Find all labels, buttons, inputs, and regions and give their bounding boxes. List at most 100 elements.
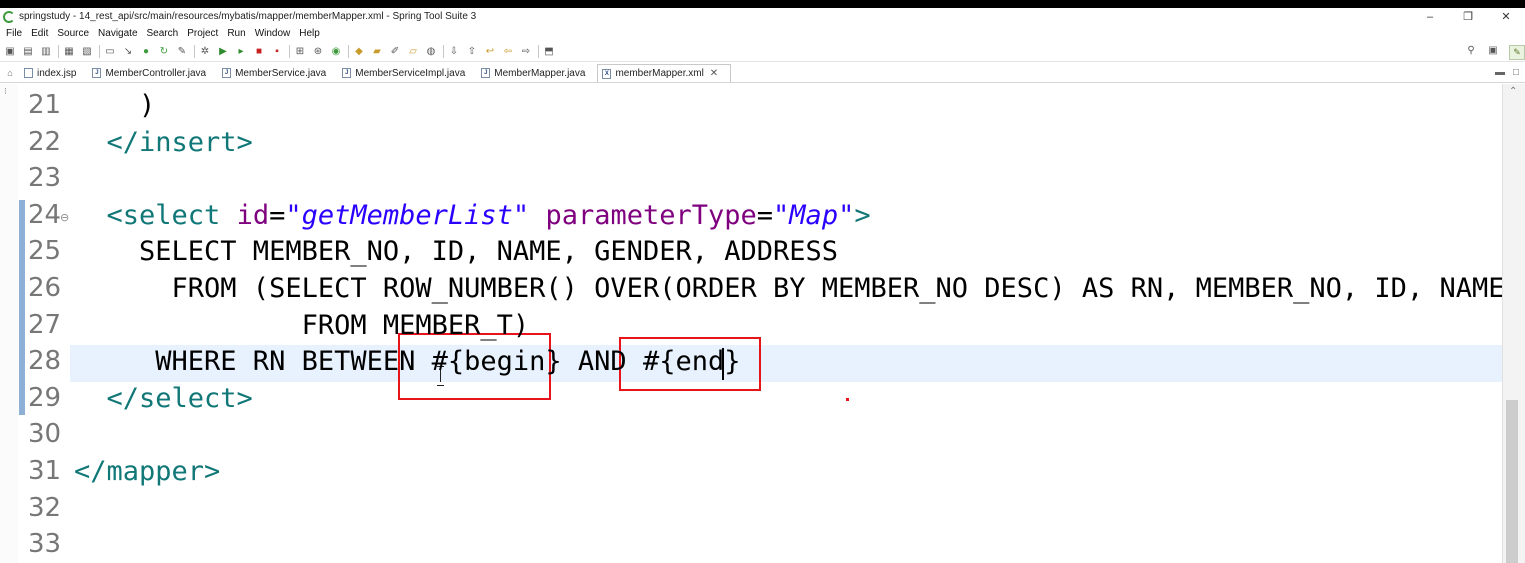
minimize-editor-icon[interactable]: ▬	[1495, 67, 1505, 78]
line-number: 32	[28, 492, 62, 523]
tab-list-icon[interactable]: ⌂	[0, 68, 20, 82]
close-tab-icon[interactable]: ✕	[710, 68, 718, 79]
refresh-icon[interactable]: ↻	[158, 46, 170, 58]
code-token: =	[269, 199, 286, 231]
save-all-icon[interactable]: ▥	[40, 46, 52, 58]
code-text: )	[74, 87, 155, 124]
main-toolbar: ▣ ▤ ▥ ▦ ▧ ▭ ↘ ● ↻ ✎ ✲ ▶ ▸ ■ ▪ ⊞ ⊛ ◉ ◆ ▰ …	[0, 42, 1525, 62]
code-line[interactable]: 23	[18, 160, 1502, 197]
code-line[interactable]: 22 </insert>	[18, 124, 1502, 161]
stop-server-icon[interactable]: ■	[253, 46, 265, 58]
code-token: parameterType	[545, 199, 757, 231]
back-icon[interactable]: ⇦	[502, 46, 514, 58]
new-package-icon[interactable]: ⊞	[294, 46, 306, 58]
skip-breakpoints-icon[interactable]: ↘	[122, 46, 134, 58]
menu-help[interactable]: Help	[299, 28, 320, 39]
last-edit-icon[interactable]: ↩	[484, 46, 496, 58]
debug-icon[interactable]: ✲	[199, 46, 211, 58]
code-line[interactable]: 25 SELECT MEMBER_NO, ID, NAME, GENDER, A…	[18, 233, 1502, 270]
toolbar-separator	[289, 45, 290, 58]
open-type-icon[interactable]: ◆	[353, 46, 365, 58]
tab-member-mapper-xml[interactable]: X memberMapper.xml ✕	[597, 64, 732, 82]
code-token: </insert>	[74, 126, 253, 158]
scrollbar-thumb[interactable]	[1506, 400, 1518, 563]
code-text: FROM (SELECT ROW_NUMBER() OVER(ORDER BY …	[74, 270, 1502, 307]
code-line[interactable]: 26 FROM (SELECT ROW_NUMBER() OVER(ORDER …	[18, 270, 1502, 307]
boot-dashboard-icon[interactable]: ●	[140, 46, 152, 58]
menu-run[interactable]: Run	[227, 28, 245, 39]
forward-icon[interactable]: ⇨	[520, 46, 532, 58]
title-bar: springstudy - 14_rest_api/src/main/resou…	[0, 8, 1525, 25]
tab-index-jsp[interactable]: index.jsp	[20, 64, 88, 82]
tab-member-controller[interactable]: J MemberController.java	[88, 64, 218, 82]
code-line[interactable]: 24 ⊖ <select id="getMemberList" parameter…	[18, 197, 1502, 234]
line-number: 23	[28, 163, 62, 194]
code-line[interactable]: 31 </mapper>	[18, 453, 1502, 490]
menu-navigate[interactable]: Navigate	[98, 28, 137, 39]
code-text: </mapper>	[74, 453, 220, 490]
code-line[interactable]: 28 WHERE RN BETWEEN #{begin} AND #{end}	[18, 343, 1502, 380]
globe-icon[interactable]: ◍	[425, 46, 437, 58]
code-line[interactable]: 27 FROM MEMBER_T)	[18, 307, 1502, 344]
fold-toggle-icon[interactable]: ⊖	[60, 199, 69, 236]
next-annotation-icon[interactable]: ⇩	[448, 46, 460, 58]
left-trim: ⁝	[0, 84, 18, 563]
code-editor[interactable]: 21 ) 22 </insert> 23 24 ⊖ <select id="getMem…	[18, 84, 1502, 563]
print-icon[interactable]: ▦	[63, 46, 75, 58]
tab-label: MemberController.java	[105, 67, 207, 79]
editor-area-controls: ▬ □	[1495, 67, 1519, 78]
close-button[interactable]: ✕	[1487, 8, 1525, 25]
code-line[interactable]: 21 )	[18, 87, 1502, 124]
new-bean-icon[interactable]: ◉	[330, 46, 342, 58]
new-icon[interactable]: ▣	[4, 46, 16, 58]
open-folder-icon[interactable]: ▰	[371, 46, 383, 58]
code-token: id	[236, 199, 270, 231]
code-line[interactable]: 29 </select>	[18, 380, 1502, 417]
server-icon[interactable]: ▪	[271, 46, 283, 58]
menu-file[interactable]: File	[6, 28, 22, 39]
tab-member-service[interactable]: J MemberService.java	[218, 64, 338, 82]
pin-editor-icon[interactable]: ⬒	[543, 46, 555, 58]
tab-label: MemberService.java	[235, 67, 327, 79]
code-text: SELECT MEMBER_NO, ID, NAME, GENDER, ADDR…	[74, 233, 838, 270]
previous-annotation-icon[interactable]: ⇧	[466, 46, 478, 58]
properties-icon[interactable]: ▧	[81, 46, 93, 58]
code-token: </select>	[74, 382, 253, 414]
pen-icon[interactable]: ✐	[389, 46, 401, 58]
minimize-button[interactable]: –	[1411, 8, 1449, 25]
line-number: 25	[28, 236, 62, 267]
code-line[interactable]: 32	[18, 490, 1502, 527]
window-title: springstudy - 14_rest_api/src/main/resou…	[19, 11, 477, 22]
restore-button[interactable]: ❐	[1449, 8, 1487, 25]
run-icon[interactable]: ▶	[217, 46, 229, 58]
code-line[interactable]: 33	[18, 526, 1502, 563]
vertical-scrollbar[interactable]: ⌃	[1502, 84, 1525, 563]
menu-project[interactable]: Project	[187, 28, 218, 39]
line-number: 27	[28, 309, 62, 340]
save-icon[interactable]: ▤	[22, 46, 34, 58]
menu-search[interactable]: Search	[147, 28, 179, 39]
line-number: 30	[28, 419, 62, 450]
search-icon[interactable]: ⚲	[1465, 45, 1477, 57]
tab-label: MemberServiceImpl.java	[355, 67, 466, 79]
code-token: =	[756, 199, 774, 231]
spring-perspective-icon[interactable]: ✎	[1509, 45, 1525, 60]
code-line[interactable]: 30	[18, 416, 1502, 453]
console-icon[interactable]: ▭	[104, 46, 116, 58]
tab-member-mapper-java[interactable]: J MemberMapper.java	[477, 64, 597, 82]
maximize-editor-icon[interactable]: □	[1513, 67, 1519, 78]
run-external-icon[interactable]: ▸	[235, 46, 247, 58]
folder-icon[interactable]: ▱	[407, 46, 419, 58]
open-task-icon[interactable]: ✎	[176, 46, 188, 58]
menu-source[interactable]: Source	[57, 28, 89, 39]
code-text: WHERE RN BETWEEN #{begin} AND #{end}	[74, 343, 740, 380]
tab-member-service-impl[interactable]: J MemberServiceImpl.java	[338, 64, 477, 82]
quick-access-icon[interactable]: ⁝	[4, 86, 18, 97]
open-perspective-icon[interactable]: ▣	[1487, 45, 1499, 57]
menu-window[interactable]: Window	[255, 28, 291, 39]
code-token: "getMemberList"	[285, 199, 530, 231]
new-class-icon[interactable]: ⊛	[312, 46, 324, 58]
scroll-up-icon[interactable]: ⌃	[1509, 86, 1517, 97]
menu-edit[interactable]: Edit	[31, 28, 48, 39]
